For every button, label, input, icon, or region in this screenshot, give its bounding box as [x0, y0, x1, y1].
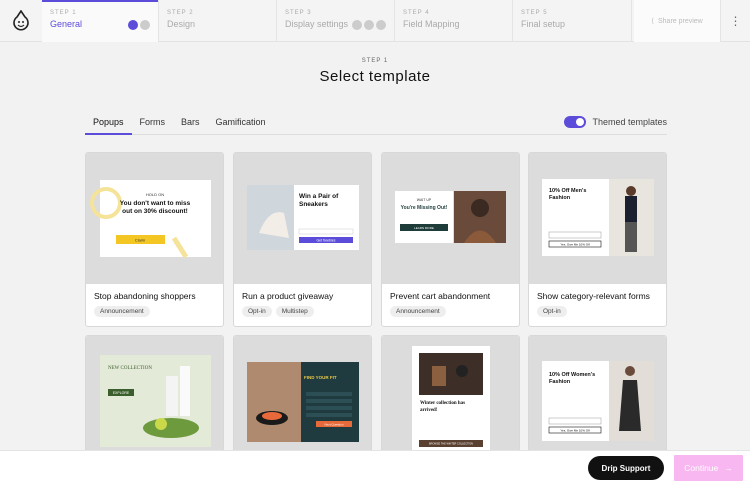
tag: Announcement	[94, 306, 150, 317]
svg-text:Winter collection has: Winter collection has	[420, 401, 465, 406]
svg-text:out on 30% discount!: out on 30% discount!	[122, 208, 188, 215]
continue-button[interactable]: Continue →	[674, 455, 743, 481]
step-2-design[interactable]: STEP 2 Design	[159, 0, 277, 42]
popup-preview: WAIT UP You're Missing Out! LEARN MORE	[395, 191, 506, 243]
template-card[interactable]: 10% Off Men's Fashion Yes, Give Me 10% O…	[528, 152, 667, 327]
template-card[interactable]: Win a Pair of Sneakers Get freebies Run …	[233, 152, 372, 327]
arrow-right-icon: →	[724, 463, 733, 473]
thumb-headline: NEW COLLECTION	[108, 366, 152, 371]
svg-text:Fashion: Fashion	[549, 379, 571, 385]
top-nav: STEP 1 General STEP 2 Design STEP 3 Disp…	[0, 0, 750, 42]
template-thumbnail: HOLD ON You don't want to miss out on 30…	[86, 153, 223, 284]
popup-preview: 10% Off Men's Fashion Yes, Give Me 10% O…	[542, 179, 654, 256]
tab-popups[interactable]: Popups	[85, 112, 132, 135]
step-name: Field Mapping	[403, 19, 460, 29]
more-menu-icon[interactable]: ⋮	[720, 0, 750, 42]
tag: Opt-in	[537, 306, 567, 317]
step-3-display-settings[interactable]: STEP 3 Display settings	[277, 0, 395, 42]
popup-preview: Winter collection has arrived! BROWSE TH…	[412, 346, 490, 454]
step-name: Design	[167, 19, 196, 29]
template-name: Show category-relevant forms	[537, 291, 650, 301]
tab-forms[interactable]: Forms	[132, 112, 174, 135]
template-thumbnail: WAIT UP You're Missing Out! LEARN MORE	[382, 153, 519, 284]
share-label: Share preview	[657, 17, 703, 25]
popup-preview: FIND YOUR FIT Next Question	[247, 362, 359, 442]
template-tabs: Popups Forms Bars Gamification Themed te…	[85, 112, 667, 135]
thumb-button: EXPLORE	[113, 391, 130, 395]
template-thumbnail: Winter collection has arrived! BROWSE TH…	[382, 336, 519, 454]
thumb-button: Next Question	[324, 423, 343, 427]
template-card[interactable]: Winter collection has arrived! BROWSE TH…	[381, 335, 520, 455]
template-tags: Announcement	[94, 306, 150, 317]
drip-logo-icon[interactable]	[0, 0, 42, 42]
toggle-switch[interactable]	[564, 116, 587, 128]
template-card[interactable]: NEW COLLECTION EXPLORE	[85, 335, 224, 455]
step-number: STEP 4	[403, 10, 430, 16]
template-card[interactable]: HOLD ON You don't want to miss out on 30…	[85, 152, 224, 327]
share-icon: ⟨	[651, 18, 654, 25]
template-thumbnail: 10% Off Men's Fashion Yes, Give Me 10% O…	[529, 153, 666, 284]
template-tags: Opt-in	[537, 306, 567, 317]
step-name: Final setup	[521, 19, 566, 29]
template-tags: Announcement	[390, 306, 446, 317]
template-name: Run a product giveaway	[242, 291, 334, 301]
page-title: Select template	[319, 68, 431, 85]
thumb-headline: FIND YOUR FIT	[304, 375, 337, 380]
template-card[interactable]: WAIT UP You're Missing Out! LEARN MORE P…	[381, 152, 520, 327]
svg-text:You don't want to miss: You don't want to miss	[120, 200, 191, 207]
thumb-button: Get freebies	[316, 239, 335, 243]
step-number: STEP 5	[521, 10, 548, 16]
step-progress	[128, 20, 150, 30]
template-thumbnail: Win a Pair of Sneakers Get freebies	[234, 153, 371, 284]
template-tags: Opt-in Multistep	[242, 306, 314, 317]
template-thumbnail: 10% Off Women's Fashion Yes, Give Me 10%…	[529, 336, 666, 454]
template-name: Stop abandoning shoppers	[94, 291, 196, 301]
svg-text:Sneakers: Sneakers	[299, 201, 328, 208]
themed-label: Themed templates	[592, 117, 667, 127]
template-name: Prevent cart abandonment	[390, 291, 491, 301]
svg-text:Fashion: Fashion	[549, 195, 571, 201]
share-preview-button[interactable]: ⟨ Share preview	[634, 0, 720, 42]
svg-text:10% Off Women's: 10% Off Women's	[549, 372, 595, 378]
template-card[interactable]: FIND YOUR FIT Next Question	[233, 335, 372, 455]
thumb-kicker: WAIT UP	[417, 198, 432, 202]
step-label: STEP 1	[361, 58, 389, 64]
step-number: STEP 1	[50, 10, 77, 16]
thumb-headline: You're Missing Out!	[401, 205, 448, 211]
tag: Opt-in	[242, 306, 272, 317]
step-progress	[352, 20, 386, 30]
popup-preview: HOLD ON You don't want to miss out on 30…	[90, 180, 211, 259]
thumb-button: LEARN MORE	[414, 226, 434, 230]
thumb-button: BROWSE THE WINTER COLLECTION	[429, 443, 473, 446]
step-5-final-setup[interactable]: STEP 5 Final setup	[513, 0, 632, 42]
svg-text:Win a Pair of: Win a Pair of	[299, 193, 339, 200]
tag: Multistep	[275, 306, 314, 317]
popup-preview: 10% Off Women's Fashion Yes, Give Me 10%…	[542, 361, 654, 441]
thumb-button: Yes, Give Me 10% Off	[560, 243, 590, 247]
thumb-kicker: HOLD ON	[146, 192, 164, 197]
step-1-general[interactable]: STEP 1 General	[42, 0, 159, 42]
template-card[interactable]: 10% Off Women's Fashion Yes, Give Me 10%…	[528, 335, 667, 455]
popup-preview: NEW COLLECTION EXPLORE	[100, 355, 211, 447]
step-number: STEP 3	[285, 10, 312, 16]
popup-preview: Win a Pair of Sneakers Get freebies	[247, 185, 359, 250]
svg-text:10% Off Men's: 10% Off Men's	[549, 188, 586, 194]
template-thumbnail: NEW COLLECTION EXPLORE	[86, 336, 223, 454]
themed-templates-toggle[interactable]: Themed templates	[564, 116, 667, 128]
tab-gamification[interactable]: Gamification	[208, 112, 274, 135]
thumb-button: Claim	[135, 238, 146, 243]
step-number: STEP 2	[167, 10, 194, 16]
drip-support-button[interactable]: Drip Support	[588, 456, 664, 480]
thumb-button: Yes, Give Me 10% Off	[560, 429, 590, 433]
continue-label: Continue	[684, 463, 719, 473]
svg-text:arrived!: arrived!	[420, 408, 438, 413]
step-4-field-mapping[interactable]: STEP 4 Field Mapping	[395, 0, 513, 42]
template-thumbnail: FIND YOUR FIT Next Question	[234, 336, 371, 454]
tab-bars[interactable]: Bars	[173, 112, 208, 135]
tag: Announcement	[390, 306, 446, 317]
